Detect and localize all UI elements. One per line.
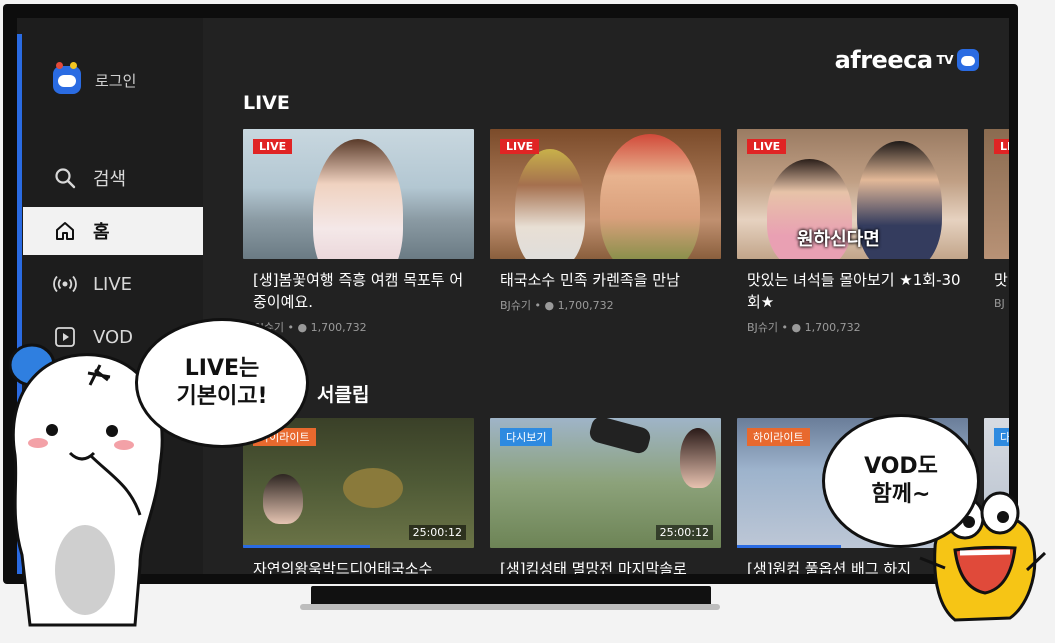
search-icon xyxy=(53,166,77,190)
speech-bubble-right: VOD도 함께~ xyxy=(822,414,980,548)
sidebar-item-label: 검색 xyxy=(93,169,127,190)
clip-thumbnail: 하이라이트 25:00:12 xyxy=(243,418,474,548)
watch-progress-bar xyxy=(737,545,841,548)
live-row: LIVE [생]봄꽃여행 즉흥 여캠 목포투 어중이예요. BJ슈기 • ● 1… xyxy=(243,129,1009,335)
login-button[interactable]: 로그인 xyxy=(53,62,137,94)
sidebar-item-search[interactable]: 검색 xyxy=(23,154,203,202)
card-meta: BJ슈기 • ● 1,700,732 xyxy=(490,297,721,313)
live-thumbnail: 원하신다면 LIVE xyxy=(737,129,968,259)
card-title: 태국소수 민족 카렌족을 만남 xyxy=(500,271,680,289)
login-label: 로그인 xyxy=(95,71,137,90)
card-title: 자연의왕욱박드디어태국소수 xyxy=(253,560,433,574)
live-badge: LIVE xyxy=(253,139,293,154)
clip-card[interactable]: 하이라이트 25:00:12 자연의왕욱박드디어태국소수 xyxy=(243,418,474,574)
speech-bubble-left: LIVE는 기본이고! xyxy=(135,318,309,448)
highlight-badge: 하이라이트 xyxy=(747,428,810,446)
live-card[interactable]: 원하신다면 LIVE 맛있는 녀석들 몰아보기 ★1회-30회★ BJ슈기 • … xyxy=(737,129,968,335)
home-icon xyxy=(53,219,77,243)
duration-label: 25:00:12 xyxy=(655,525,713,540)
card-title: [생]킴성태 멸망전 마지막솔로 xyxy=(500,560,687,574)
live-card-partial[interactable]: LI 맛 회 BJ xyxy=(984,129,1009,335)
live-badge: LI xyxy=(994,139,1009,154)
replay-badge: 다시보기 xyxy=(500,428,553,446)
card-title: [생]봄꽃여행 즉흥 여캠 목포투 어중이예요. xyxy=(253,271,464,311)
card-title: 맛 회 xyxy=(994,271,1009,289)
afreecatv-logo: afreeca TV xyxy=(835,46,979,74)
tv-stand-shadow xyxy=(300,604,720,610)
broadcast-icon xyxy=(53,272,77,296)
live-badge: LIVE xyxy=(500,139,540,154)
sidebar-item-home[interactable]: 홈 xyxy=(23,207,203,255)
viewer-count: 1,700,732 xyxy=(557,299,614,312)
watch-progress-bar xyxy=(243,545,371,548)
live-card[interactable]: LIVE [생]봄꽃여행 즉흥 여캠 목포투 어중이예요. BJ슈기 • ● 1… xyxy=(243,129,474,335)
brand-superscript: TV xyxy=(936,53,954,67)
clip-card[interactable]: 다시보기 25:00:12 [생]킴성태 멸망전 마지막솔로 xyxy=(490,418,721,574)
live-thumbnail: LIVE xyxy=(243,129,474,259)
viewer-icon: ● xyxy=(297,321,311,334)
replay-badge: 다 xyxy=(994,428,1009,446)
live-thumbnail: LI xyxy=(984,129,1009,259)
card-title: 맛있는 녀석들 몰아보기 ★1회-30회★ xyxy=(747,271,961,311)
clip-section-title: 서클립 xyxy=(317,384,370,406)
clip-thumbnail: 다시보기 25:00:12 xyxy=(490,418,721,548)
brand-name: afreeca xyxy=(834,46,933,74)
broadcaster-name: BJ슈기 • xyxy=(747,321,792,334)
video-caption: 원하신다면 xyxy=(797,229,880,250)
broadcaster-name: BJ슈기 • xyxy=(500,299,545,312)
live-badge: LIVE xyxy=(747,139,787,154)
viewer-count: 1,700,732 xyxy=(310,321,367,334)
viewer-count: 1,700,732 xyxy=(804,321,861,334)
card-meta: BJ xyxy=(994,297,1005,310)
live-section-title: LIVE xyxy=(243,92,290,114)
afreeca-mascot-icon xyxy=(53,62,81,94)
viewer-icon: ● xyxy=(791,321,805,334)
viewer-icon: ● xyxy=(544,299,558,312)
afreeca-badge-icon xyxy=(957,49,979,71)
live-thumbnail: LIVE xyxy=(490,129,721,259)
live-card[interactable]: LIVE 태국소수 민족 카렌족을 만남 BJ슈기 • ● 1,700,732 xyxy=(490,129,721,335)
duration-label: 25:00:12 xyxy=(408,525,466,540)
sidebar-item-label: LIVE xyxy=(93,273,133,295)
card-meta: BJ슈기 • ● 1,700,732 xyxy=(737,319,968,335)
sidebar-item-label: 홈 xyxy=(93,222,110,243)
sidebar-item-live[interactable]: LIVE xyxy=(23,260,203,308)
